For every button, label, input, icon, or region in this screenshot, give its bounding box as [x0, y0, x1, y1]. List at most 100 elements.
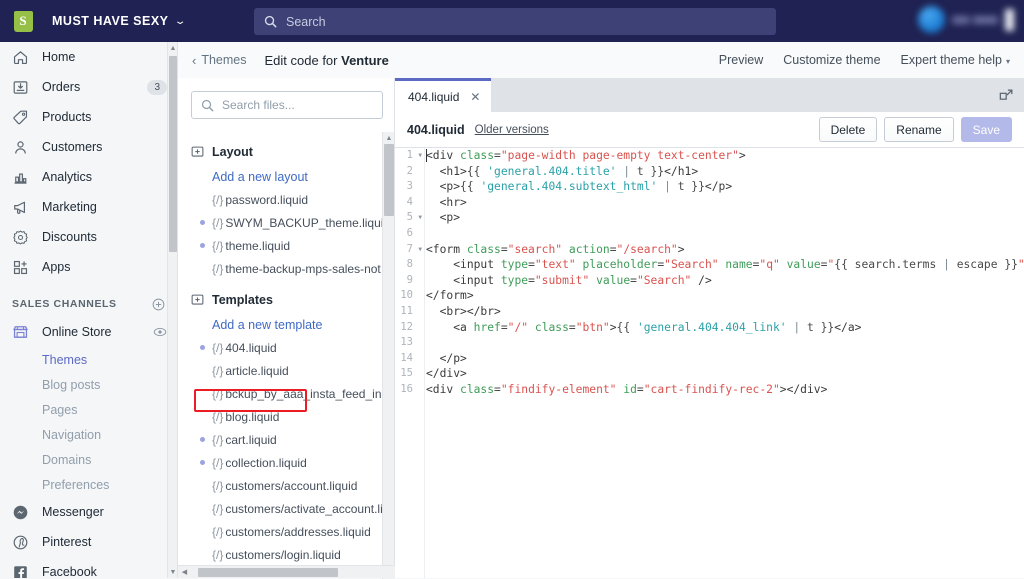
- file-row[interactable]: {/}customers/activate_account.li: [178, 497, 383, 520]
- file-row[interactable]: {/}theme.liquid: [178, 234, 383, 257]
- sidebar-item-analytics[interactable]: Analytics: [0, 162, 177, 192]
- delete-button[interactable]: Delete: [819, 117, 878, 142]
- file-panel-hscroll-thumb[interactable]: [198, 568, 338, 577]
- code-line[interactable]: <p>: [426, 210, 1024, 226]
- sidebar-item-discounts[interactable]: Discounts: [0, 222, 177, 252]
- scroll-up-icon[interactable]: ▲: [168, 42, 178, 54]
- code-area[interactable]: 1▼2345▼67▼8910111213141516 <div class="p…: [395, 148, 1024, 578]
- global-search-input[interactable]: Search: [254, 8, 776, 35]
- line-number: 2: [395, 164, 424, 180]
- home-icon: [12, 49, 33, 66]
- code-line[interactable]: </div>: [426, 366, 1024, 382]
- save-button[interactable]: Save: [961, 117, 1012, 142]
- line-number: 7▼: [395, 242, 424, 258]
- close-icon[interactable]: ✕: [470, 91, 480, 103]
- file-name-text: customers/login.liquid: [225, 548, 340, 562]
- modified-indicator: [200, 220, 212, 225]
- code-line[interactable]: <p>{{ 'general.404.subtext_html' | t }}<…: [426, 179, 1024, 195]
- file-row[interactable]: {/}blog.liquid: [178, 405, 383, 428]
- file-row[interactable]: {/}SWYM_BACKUP_theme.liquid: [178, 211, 383, 234]
- sidebar-subitem-preferences[interactable]: Preferences: [0, 472, 177, 497]
- sidebar-channel-facebook[interactable]: Facebook: [0, 557, 177, 578]
- breadcrumb-back-themes[interactable]: ‹ Themes: [192, 53, 247, 68]
- file-group-layout[interactable]: Layout: [178, 138, 383, 165]
- file-row[interactable]: {/}article.liquid: [178, 359, 383, 382]
- scroll-down-icon[interactable]: ▼: [168, 566, 178, 578]
- file-row[interactable]: {/}customers/login.liquid: [178, 543, 383, 562]
- code-fold-toggle-icon[interactable]: ▼: [418, 242, 422, 258]
- search-files-placeholder: Search files...: [222, 98, 295, 112]
- sidebar-item-customers[interactable]: Customers: [0, 132, 177, 162]
- code-fold-toggle-icon[interactable]: ▼: [418, 210, 422, 226]
- file-row[interactable]: {/}collection.liquid: [178, 451, 383, 474]
- sidebar-item-products[interactable]: Products: [0, 102, 177, 132]
- sidebar-subitem-domains[interactable]: Domains: [0, 447, 177, 472]
- scroll-left-icon[interactable]: ◀: [178, 566, 191, 579]
- plus-circle-icon[interactable]: [152, 298, 165, 311]
- scroll-up-icon[interactable]: ▲: [383, 132, 395, 144]
- sidebar-item-orders[interactable]: Orders3: [0, 72, 177, 102]
- code-line[interactable]: <input type="text" placeholder="Search" …: [426, 257, 1024, 273]
- code-lines[interactable]: <div class="page-width page-empty text-c…: [426, 148, 1024, 578]
- sidebar-subitem-pages[interactable]: Pages: [0, 397, 177, 422]
- add-new-layout-link[interactable]: Add a new layout: [178, 165, 383, 188]
- code-line[interactable]: <form class="search" action="/search">: [426, 242, 1024, 258]
- file-row[interactable]: {/}customers/addresses.liquid: [178, 520, 383, 543]
- file-row[interactable]: {/}bckup_by_aaa_insta_feed_inde: [178, 382, 383, 405]
- shopify-logo-icon[interactable]: [0, 11, 46, 32]
- sidebar-channel-pinterest[interactable]: Pinterest: [0, 527, 177, 557]
- file-name: {/}blog.liquid: [212, 410, 279, 424]
- eye-icon[interactable]: [153, 325, 167, 339]
- older-versions-link[interactable]: Older versions: [475, 124, 549, 136]
- sidebar-item-marketing[interactable]: Marketing: [0, 192, 177, 222]
- text-cursor: [426, 149, 427, 162]
- code-line[interactable]: <br></br>: [426, 304, 1024, 320]
- file-row[interactable]: {/}cart.liquid: [178, 428, 383, 451]
- file-panel-horizontal-scrollbar[interactable]: ◀: [178, 565, 395, 578]
- liquid-file-icon: {/}: [212, 387, 223, 401]
- sidebar-subitem-themes[interactable]: Themes: [0, 347, 177, 372]
- line-number: 10: [395, 288, 424, 304]
- code-line[interactable]: <hr>: [426, 195, 1024, 211]
- file-row[interactable]: {/}password.liquid: [178, 188, 383, 211]
- file-panel-vertical-scrollbar[interactable]: ▲ ▼: [382, 132, 394, 579]
- file-row[interactable]: {/}customers/account.liquid: [178, 474, 383, 497]
- add-new-templates-link[interactable]: Add a new template: [178, 313, 383, 336]
- sidebar-subitem-navigation[interactable]: Navigation: [0, 422, 177, 447]
- sidebar-item-online-store[interactable]: Online Store: [0, 317, 177, 347]
- file-group-templates[interactable]: Templates: [178, 286, 383, 313]
- file-row[interactable]: {/}theme-backup-mps-sales-not: [178, 257, 383, 280]
- code-line[interactable]: [426, 335, 1024, 351]
- code-line[interactable]: <a href="/" class="btn">{{ 'general.404.…: [426, 320, 1024, 336]
- sidebar-scrollbar[interactable]: ▲ ▼: [167, 42, 177, 578]
- editor-tab-404-liquid[interactable]: 404.liquid ✕: [395, 78, 491, 112]
- file-name: {/}theme.liquid: [212, 239, 290, 253]
- user-account-menu[interactable]: [918, 6, 1014, 33]
- sidebar-channel-label: Messenger: [42, 505, 104, 519]
- expand-fullscreen-icon[interactable]: [996, 85, 1016, 105]
- file-panel-scroll-thumb[interactable]: [384, 144, 394, 216]
- code-line[interactable]: <div class="page-width page-empty text-c…: [426, 148, 1024, 164]
- preview-link[interactable]: Preview: [719, 53, 763, 67]
- code-line[interactable]: <div class="findify-element" id="cart-fi…: [426, 382, 1024, 398]
- sidebar-item-apps[interactable]: Apps: [0, 252, 177, 282]
- customize-theme-link[interactable]: Customize theme: [783, 53, 880, 67]
- file-panel: Search files... LayoutAdd a new layout{/…: [178, 78, 395, 578]
- sidebar-channel-messenger[interactable]: Messenger: [0, 497, 177, 527]
- code-line[interactable]: [426, 226, 1024, 242]
- rename-button[interactable]: Rename: [884, 117, 953, 142]
- code-line[interactable]: <h1>{{ 'general.404.title' | t }}</h1>: [426, 164, 1024, 180]
- sidebar-subitem-blog-posts[interactable]: Blog posts: [0, 372, 177, 397]
- file-row[interactable]: {/}404.liquid: [178, 336, 383, 359]
- store-switcher-button[interactable]: MUST HAVE SEXY ⌄: [46, 10, 190, 32]
- sidebar-item-home[interactable]: Home: [0, 42, 177, 72]
- expert-theme-help-menu[interactable]: Expert theme help▾: [901, 53, 1010, 67]
- sidebar-scroll-thumb[interactable]: [169, 56, 177, 252]
- editor-file-bar: 404.liquid Older versions Delete Rename …: [395, 112, 1024, 148]
- code-fold-toggle-icon[interactable]: ▼: [418, 148, 422, 164]
- code-line[interactable]: </form>: [426, 288, 1024, 304]
- code-line[interactable]: </p>: [426, 351, 1024, 367]
- search-files-input[interactable]: Search files...: [191, 91, 383, 119]
- code-line[interactable]: <input type="submit" value="Search" />: [426, 273, 1024, 289]
- liquid-file-icon: {/}: [212, 456, 223, 470]
